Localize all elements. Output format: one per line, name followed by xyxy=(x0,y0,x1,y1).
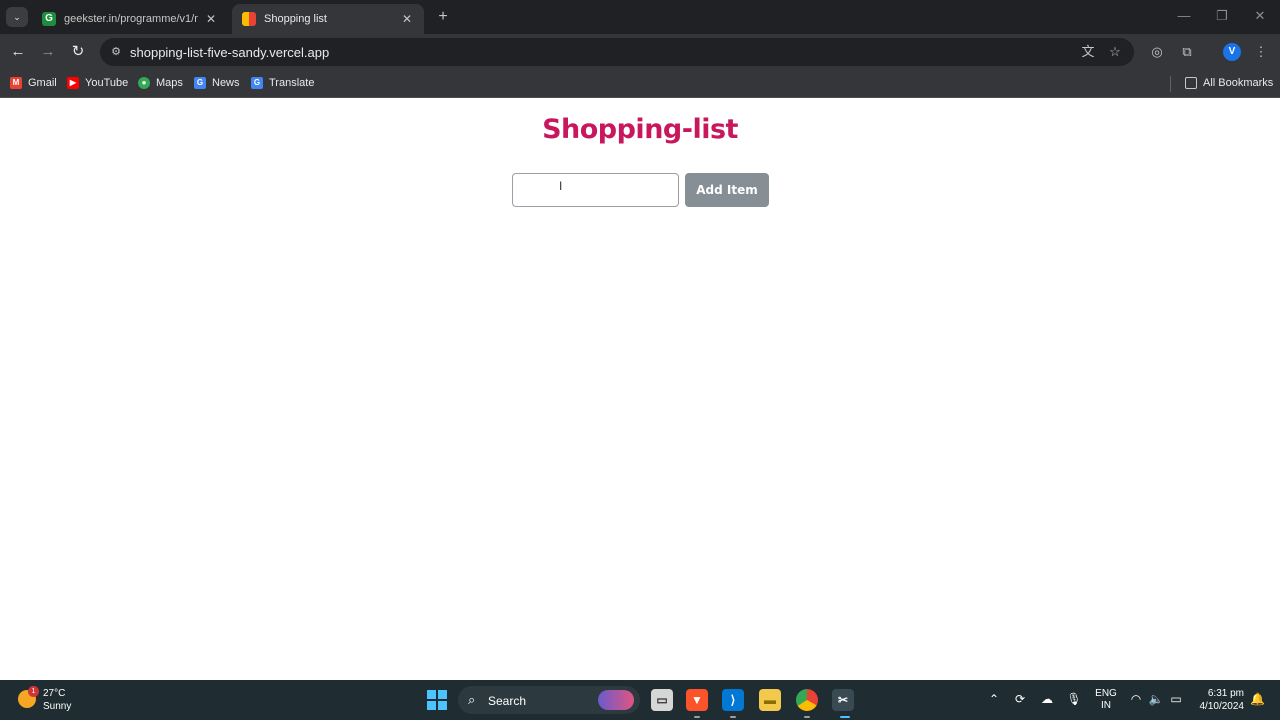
bookmark-label: Gmail xyxy=(28,77,57,89)
new-tab-icon[interactable]: + xyxy=(434,8,452,26)
search-highlight-icon xyxy=(598,690,634,710)
translate-icon: G xyxy=(251,77,263,89)
start-button[interactable] xyxy=(427,690,447,710)
taskbar-search[interactable]: ⌕ Search xyxy=(458,686,640,714)
bookmark-label: News xyxy=(212,77,240,89)
page-title: Shopping-list xyxy=(542,114,738,145)
brave-browser-icon[interactable]: ▼ xyxy=(686,689,708,711)
lang-line2: IN xyxy=(1101,700,1111,711)
weather-temp: 27°C xyxy=(43,688,66,699)
lens-icon[interactable]: ◎ xyxy=(1148,43,1166,61)
all-bookmarks-button[interactable]: All Bookmarks xyxy=(1185,77,1273,89)
folder-icon xyxy=(1185,77,1197,89)
menu-kebab-icon[interactable]: ⋮ xyxy=(1252,43,1270,61)
browser-toolbar: ← → ↻ ⚙ shopping-list-five-sandy.vercel.… xyxy=(0,34,1280,70)
sync-icon[interactable]: ⟳ xyxy=(1012,692,1028,706)
search-label: Search xyxy=(488,694,527,708)
gmail-icon: M xyxy=(10,77,22,89)
minimize-icon[interactable]: — xyxy=(1175,8,1193,23)
snipping-tool-icon[interactable]: ✂ xyxy=(832,689,854,711)
clock[interactable]: 6:31 pm 4/10/2024 xyxy=(1190,687,1245,713)
language-indicator[interactable]: ENG IN xyxy=(1094,688,1118,712)
bookmark-maps[interactable]: ● Maps xyxy=(138,77,183,89)
extensions-icon[interactable]: ⧉ xyxy=(1178,43,1196,61)
bookmark-gmail[interactable]: M Gmail xyxy=(10,77,57,89)
file-explorer-icon[interactable]: ▬ xyxy=(759,689,781,711)
lang-line1: ENG xyxy=(1095,688,1117,699)
tab-bar: ⌄ G geekster.in/programme/v1/new ✕ Shopp… xyxy=(0,0,1280,34)
tab-close-icon[interactable]: ✕ xyxy=(204,12,218,26)
close-window-icon[interactable]: ✕ xyxy=(1251,8,1269,24)
bookmark-translate[interactable]: G Translate xyxy=(251,77,314,89)
bookmark-star-icon[interactable]: ☆ xyxy=(1106,43,1124,61)
tab-search-button[interactable]: ⌄ xyxy=(6,7,28,27)
item-input[interactable] xyxy=(512,173,679,207)
forward-icon[interactable]: → xyxy=(38,42,58,62)
restore-icon[interactable]: ❐ xyxy=(1213,8,1231,24)
vscode-icon[interactable]: ⟩ xyxy=(722,689,744,711)
page-content: Shopping-list I Add Item xyxy=(0,100,1280,680)
show-hidden-icons[interactable]: ⌃ xyxy=(986,692,1002,706)
chrome-icon[interactable] xyxy=(796,689,818,711)
maps-icon: ● xyxy=(138,77,150,89)
bookmarks-bar: M Gmail ▶ YouTube ● Maps G News G Transl… xyxy=(0,70,1280,98)
search-icon: ⌕ xyxy=(468,692,476,707)
bookmark-news[interactable]: G News xyxy=(194,77,240,89)
onedrive-icon[interactable]: ☁ xyxy=(1039,692,1055,706)
profile-avatar[interactable]: V xyxy=(1223,43,1241,61)
tab-close-icon[interactable]: ✕ xyxy=(400,12,414,26)
notification-badge: 1 xyxy=(28,686,39,697)
volume-icon[interactable]: 🔈 xyxy=(1148,692,1164,706)
site-info-icon[interactable]: ⚙ xyxy=(108,44,124,60)
weather-desc: Sunny xyxy=(43,701,72,712)
url-text[interactable]: shopping-list-five-sandy.vercel.app xyxy=(130,45,329,60)
address-bar[interactable]: ⚙ shopping-list-five-sandy.vercel.app 文 … xyxy=(100,38,1134,66)
add-item-button[interactable]: Add Item xyxy=(685,173,769,207)
microphone-icon[interactable]: 🎙 xyxy=(1066,692,1082,706)
tab-title: geekster.in/programme/v1/new xyxy=(64,13,198,25)
taskbar: 1 27°C Sunny ⌕ Search ▭ ▼ ⟩ ▬ ✂ ⌃ ⟳ ☁ 🎙 … xyxy=(0,680,1280,720)
bookmark-label: Maps xyxy=(156,77,183,89)
bookmark-youtube[interactable]: ▶ YouTube xyxy=(67,77,128,89)
windows-logo-icon xyxy=(427,690,436,699)
back-icon[interactable]: ← xyxy=(8,42,28,62)
all-bookmarks-label: All Bookmarks xyxy=(1203,77,1274,89)
clock-time: 6:31 pm xyxy=(1207,688,1244,699)
wifi-icon[interactable]: ◠ xyxy=(1128,692,1144,706)
notification-bell-icon[interactable]: 🔔 xyxy=(1250,692,1265,706)
clock-date: 4/10/2024 xyxy=(1199,701,1245,712)
text-cursor-icon: I xyxy=(559,179,563,193)
youtube-icon: ▶ xyxy=(67,77,79,89)
bookmark-divider xyxy=(1170,76,1171,92)
battery-icon[interactable]: ▭ xyxy=(1168,692,1184,706)
tab-shopping-list[interactable]: Shopping list ✕ xyxy=(232,4,424,34)
reload-icon[interactable]: ↻ xyxy=(68,42,88,62)
bookmark-label: YouTube xyxy=(85,77,129,89)
tab-title: Shopping list xyxy=(264,13,327,25)
tab-geekster[interactable]: G geekster.in/programme/v1/new ✕ xyxy=(32,4,228,34)
geekster-favicon-icon: G xyxy=(42,12,56,26)
translate-page-icon[interactable]: 文 xyxy=(1079,43,1097,61)
news-icon: G xyxy=(194,77,206,89)
shopping-favicon-icon xyxy=(242,12,256,26)
task-view-icon[interactable]: ▭ xyxy=(651,689,673,711)
bookmark-label: Translate xyxy=(269,77,315,89)
